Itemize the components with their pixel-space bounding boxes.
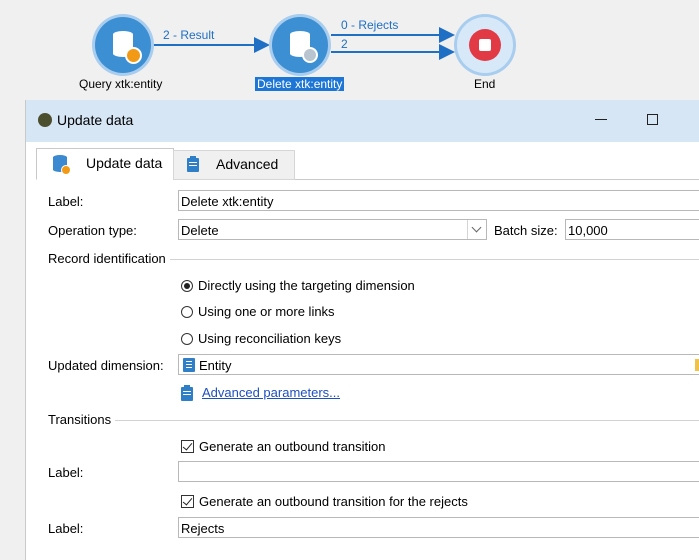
outbound-transition-label: Generate an outbound transition (199, 439, 386, 454)
maximize-button[interactable] (642, 110, 664, 130)
result-transition-label: 2 - Result (163, 28, 215, 42)
radio-reconciliation-keys-label: Using reconciliation keys (198, 331, 342, 346)
tab-advanced[interactable]: Advanced (173, 150, 295, 180)
update-data-dialog: Update data Update data Advanced Label: … (25, 100, 699, 560)
rejects-label-input[interactable]: Rejects (178, 517, 699, 538)
minimize-button[interactable] (590, 110, 612, 130)
radio-reconciliation-keys[interactable] (181, 333, 193, 345)
dropdown-button[interactable] (467, 220, 486, 239)
transitions-title: Transitions (48, 412, 116, 427)
batch-size-input[interactable]: 10,000 (565, 219, 699, 240)
database-icon (53, 155, 71, 175)
rejects-transition-label: 0 - Rejects (341, 18, 399, 32)
updated-dimension-value: Entity (199, 358, 232, 373)
end-activity-icon[interactable] (457, 17, 513, 73)
transition-label-input[interactable] (178, 461, 699, 482)
tab-strip: Update data Advanced (36, 148, 699, 180)
workflow-canvas: Query xtk:entity Delete xtk:entity End 2… (0, 0, 699, 100)
outbound-transition-count: 2 (341, 37, 348, 51)
record-identification-title: Record identification (48, 251, 170, 266)
folder-icon[interactable] (695, 359, 699, 371)
updated-dimension-input[interactable]: Entity (178, 354, 699, 375)
clipboard-icon (187, 156, 199, 172)
update-data-activity-icon[interactable] (272, 17, 328, 73)
rejects-label-caption: Label: (48, 521, 84, 536)
radio-links[interactable] (181, 306, 193, 318)
radio-targeting-dimension[interactable] (181, 280, 193, 292)
end-activity-label: End (474, 77, 496, 91)
query-activity-label: Query xtk:entity (79, 77, 163, 91)
label-input[interactable]: Delete xtk:entity (178, 190, 699, 211)
delete-activity-label: Delete xtk:entity (255, 77, 345, 91)
rejects-transition-checkbox[interactable] (181, 495, 194, 508)
rejects-transition-label: Generate an outbound transition for the … (199, 494, 468, 509)
advanced-parameters-icon (181, 385, 193, 401)
tab-update-data-label: Update data (86, 155, 163, 171)
transitions-divider (48, 420, 699, 421)
radio-targeting-dimension-label: Directly using the targeting dimension (198, 278, 415, 293)
label-caption: Label: (48, 194, 84, 209)
updated-dimension-caption: Updated dimension: (48, 358, 164, 373)
radio-links-label: Using one or more links (198, 304, 335, 319)
app-icon (38, 113, 52, 127)
dialog-titlebar: Update data (26, 100, 699, 142)
outbound-transition-checkbox[interactable] (181, 440, 194, 453)
batch-size-caption: Batch size: (494, 223, 558, 238)
operation-type-select[interactable]: Delete (178, 219, 487, 240)
entity-schema-icon (183, 358, 195, 372)
advanced-parameters-link[interactable]: Advanced parameters... (202, 385, 340, 400)
query-activity-icon[interactable] (95, 17, 151, 73)
tab-update-data[interactable]: Update data (36, 148, 174, 180)
operation-type-caption: Operation type: (48, 223, 137, 238)
dialog-title: Update data (57, 112, 134, 128)
operation-type-value: Delete (181, 223, 219, 238)
transition-label-caption: Label: (48, 465, 84, 480)
chevron-down-icon (471, 222, 482, 233)
tab-advanced-label: Advanced (216, 156, 279, 172)
